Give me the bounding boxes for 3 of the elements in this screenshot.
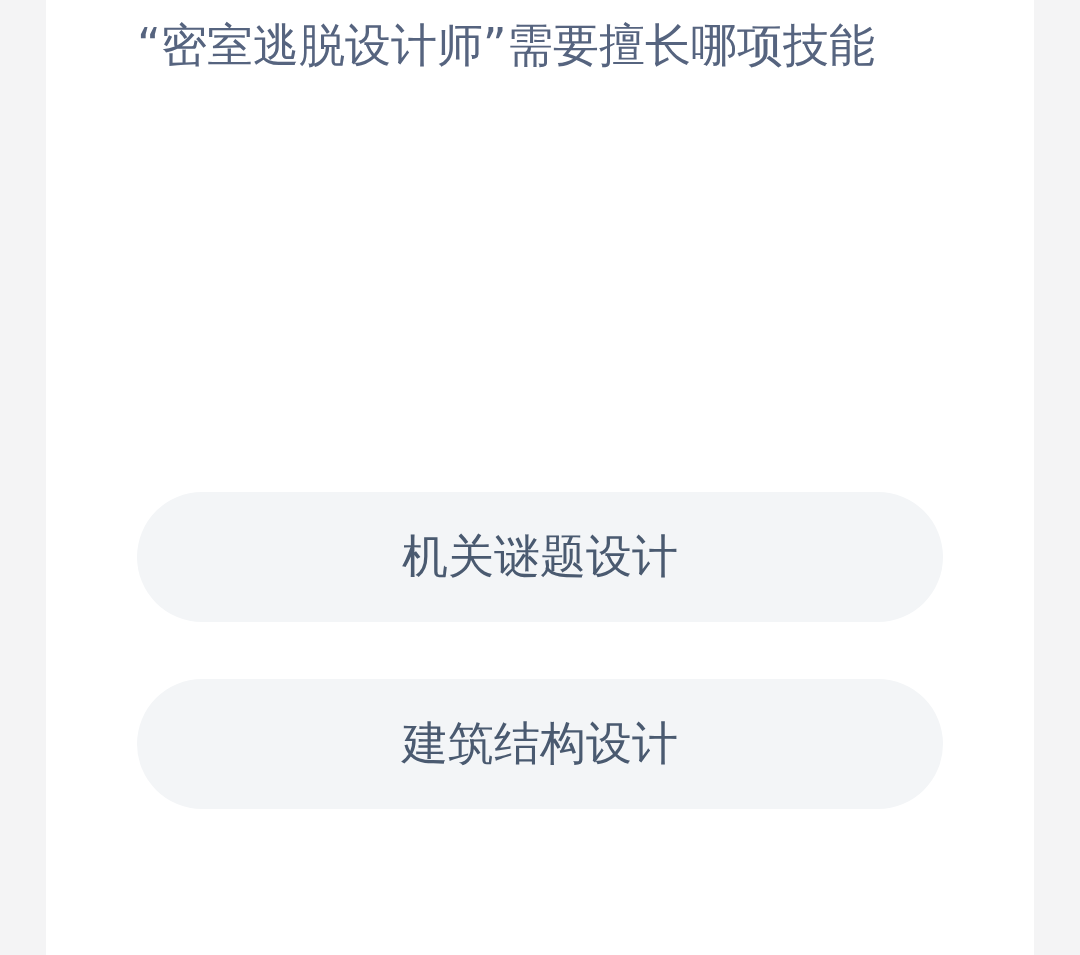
question-text: “密室逃脱设计师”需要擅长哪项技能 xyxy=(137,17,876,74)
answer-option-button[interactable]: 机关谜题设计 xyxy=(137,492,943,622)
answer-option-button[interactable]: 建筑结构设计 xyxy=(137,679,943,809)
